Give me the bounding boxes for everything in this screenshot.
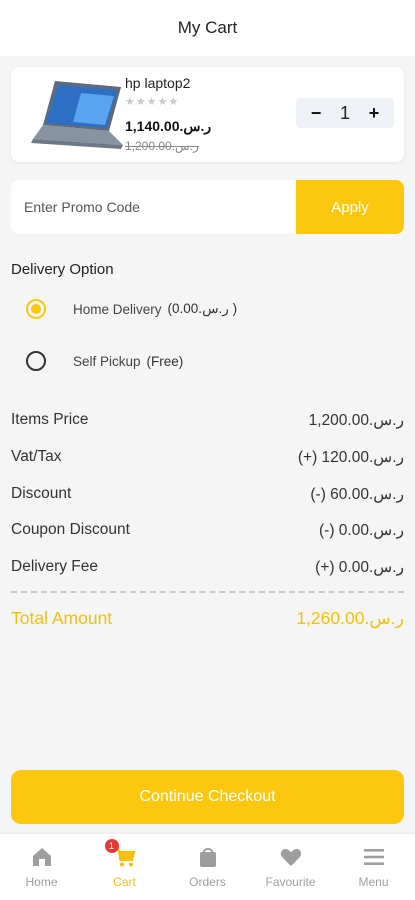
- summary-label: Discount: [11, 485, 72, 502]
- nav-label: Orders: [189, 875, 226, 889]
- summary-label: Delivery Fee: [11, 558, 98, 575]
- home-delivery-option[interactable]: Home Delivery (0.00.ر.س ): [26, 299, 237, 319]
- home-delivery-fee: (0.00.ر.س ): [167, 301, 238, 316]
- nav-label: Home: [25, 875, 58, 889]
- total-amount-row: Total Amount 1,260.00.ر.س: [11, 608, 404, 629]
- nav-item-home[interactable]: Home: [7, 845, 77, 889]
- item-original-price: 1,200.00.ر.س: [125, 139, 199, 153]
- items-price-row: Items Price 1,200.00.ر.س: [11, 411, 404, 430]
- nav-item-menu[interactable]: Menu: [339, 845, 409, 889]
- nav-item-cart[interactable]: 1 Cart: [90, 839, 160, 889]
- summary-label: Vat/Tax: [11, 448, 62, 465]
- discount-row: Discount (-) 60.00.ر.س: [11, 485, 404, 504]
- page-title: My Cart: [177, 18, 238, 37]
- summary-label: Coupon Discount: [11, 521, 130, 538]
- top-bar: My Cart: [0, 0, 415, 56]
- nav-label: Menu: [358, 875, 389, 889]
- self-pickup-fee: (Free): [146, 353, 184, 369]
- heart-icon: [280, 849, 301, 866]
- summary-value: (+) 0.00.ر.س: [315, 559, 404, 576]
- summary-value: (-) 0.00.ر.س: [319, 522, 404, 539]
- home-delivery-label: Home Delivery: [73, 301, 162, 317]
- total-label: Total Amount: [11, 608, 113, 628]
- laptop-thumbnail: [31, 81, 123, 149]
- total-value: 1,260.00.ر.س: [296, 608, 404, 628]
- summary-value: (-) 60.00.ر.س: [310, 486, 404, 503]
- rating-stars: ★★★★★: [125, 96, 180, 108]
- decrease-quantity-button[interactable]: −: [306, 103, 326, 124]
- continue-checkout-button[interactable]: Continue Checkout: [11, 770, 404, 824]
- summary-label: Items Price: [11, 411, 89, 428]
- summary-value: (+) 120.00.ر.س: [297, 449, 404, 466]
- delivery-fee-row: Delivery Fee (+) 0.00.ر.س: [11, 558, 404, 577]
- self-pickup-radio[interactable]: [26, 351, 46, 371]
- cart-badge: 1: [104, 839, 119, 853]
- nav-item-orders[interactable]: Orders: [173, 845, 243, 889]
- nav-item-favourite[interactable]: Favourite: [256, 845, 326, 889]
- vat-tax-row: Vat/Tax (+) 120.00.ر.س: [11, 448, 404, 467]
- quantity-stepper: − 1 +: [296, 98, 394, 128]
- cart-item-card[interactable]: hp laptop2 ★★★★★ 1,140.00.ر.س 1,200.00.ر…: [11, 67, 404, 162]
- item-price: 1,140.00.ر.س: [125, 118, 212, 134]
- delivery-option-title: Delivery Option: [11, 261, 114, 278]
- nav-label: Favourite: [265, 875, 316, 889]
- self-pickup-label: Self Pickup: [73, 353, 141, 369]
- menu-icon: [363, 849, 384, 865]
- nav-label: Cart: [113, 875, 136, 889]
- home-delivery-radio[interactable]: [26, 299, 46, 319]
- coupon-discount-row: Coupon Discount (-) 0.00.ر.س: [11, 521, 404, 540]
- item-name: hp laptop2: [125, 75, 191, 91]
- promo-code-input[interactable]: [11, 180, 296, 234]
- summary-value: 1,200.00.ر.س: [308, 412, 404, 429]
- bag-icon: [199, 848, 216, 867]
- bottom-navigation: Home 1 Cart Orders Favourite Menu: [0, 834, 415, 900]
- dashed-divider: [11, 591, 404, 593]
- promo-code-box: Apply: [11, 180, 404, 234]
- self-pickup-option[interactable]: Self Pickup (Free): [26, 351, 183, 371]
- increase-quantity-button[interactable]: +: [364, 103, 384, 124]
- apply-button[interactable]: Apply: [296, 180, 404, 234]
- home-icon: [32, 848, 51, 866]
- quantity-value: 1: [339, 102, 350, 123]
